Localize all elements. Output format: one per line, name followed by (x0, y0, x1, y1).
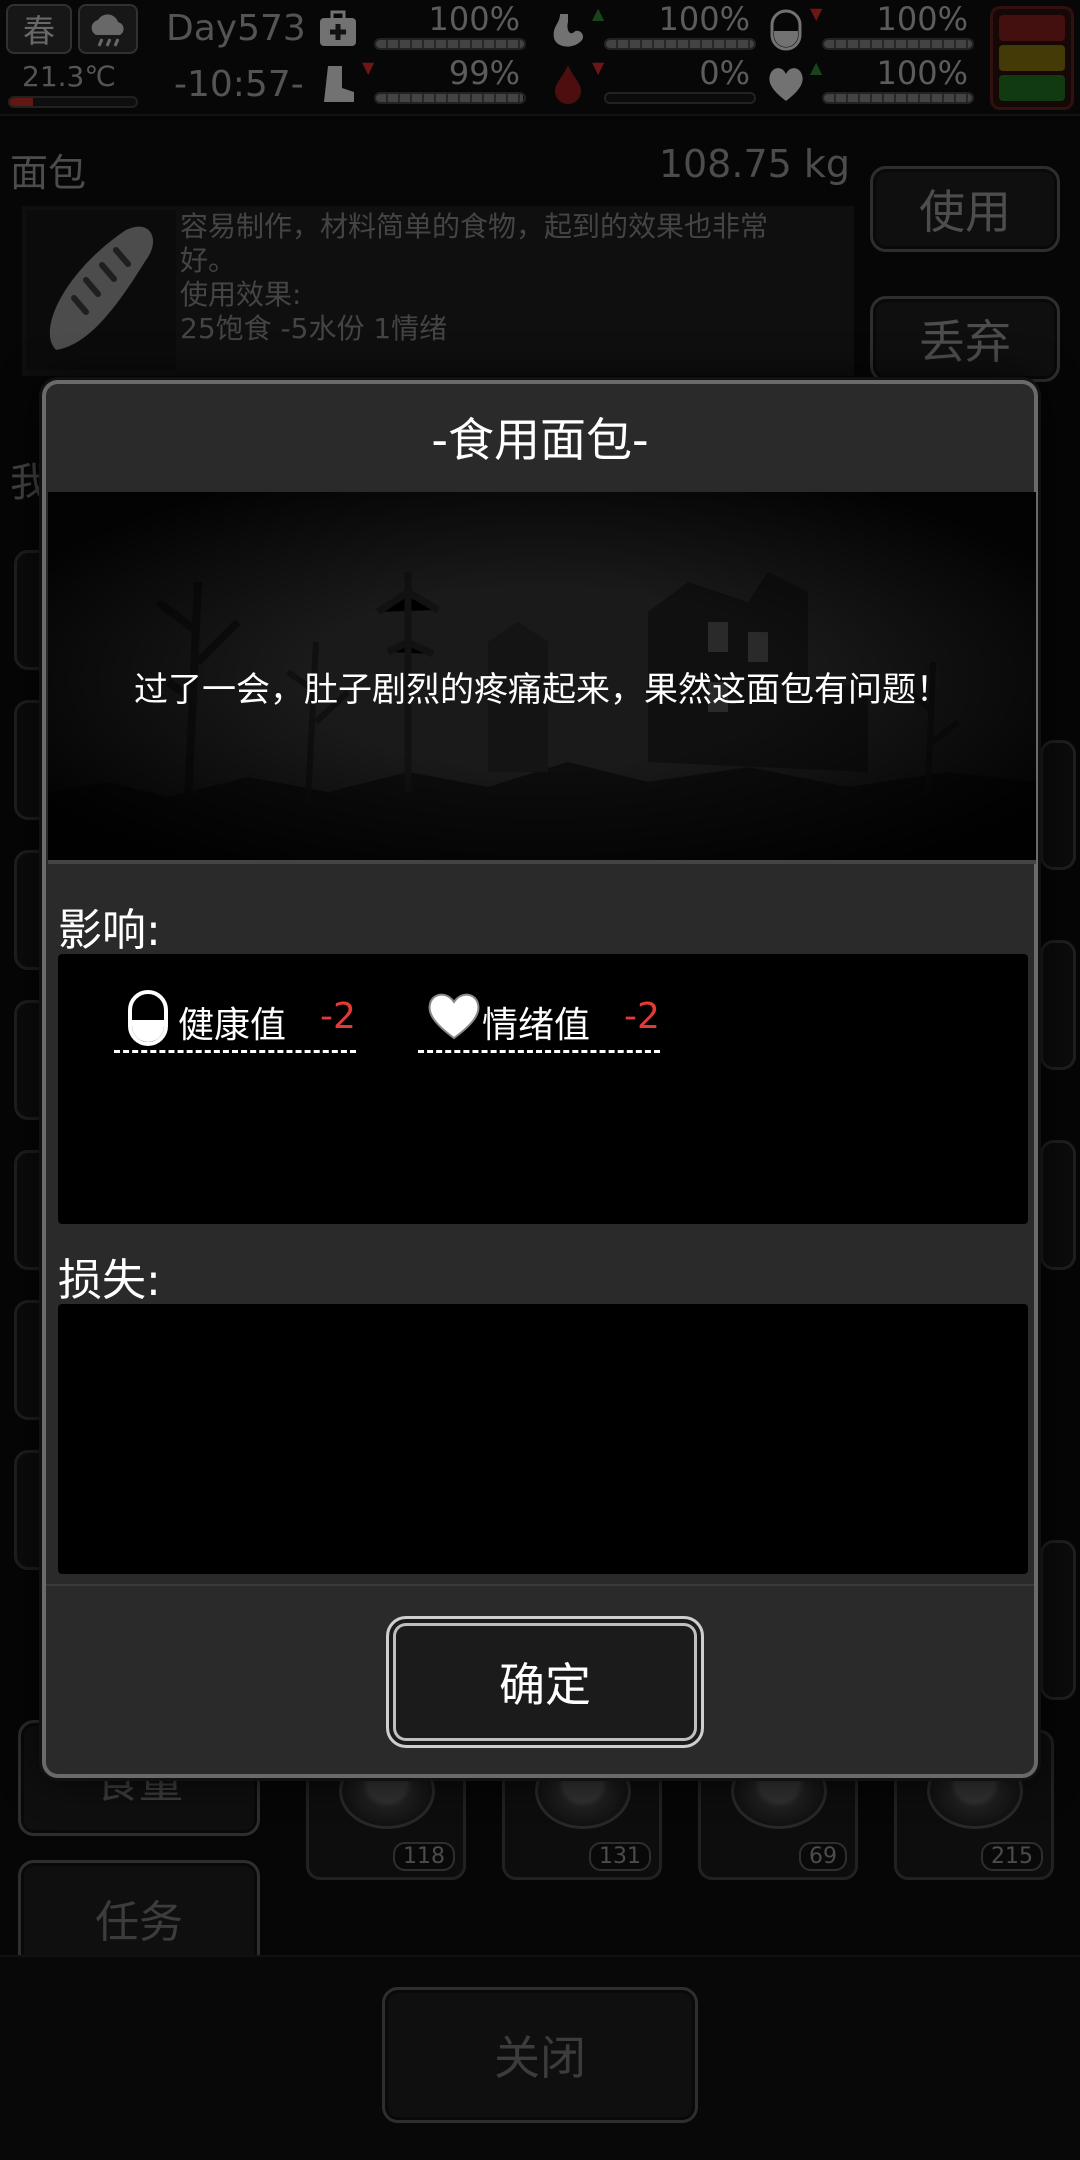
effect-underline (114, 1050, 356, 1053)
eat-result-dialog: -食用面包- 过了一会，肚子剧烈的疼痛起来，果然这面包有问题！ 影响: 健康值 … (42, 380, 1038, 1778)
impact-label: 影响: (58, 905, 161, 956)
dialog-footer-divider (46, 1584, 1034, 1586)
loss-box (58, 1304, 1028, 1574)
loss-label: 损失: (58, 1255, 161, 1306)
heart-icon (426, 990, 480, 1046)
pill-icon (122, 990, 174, 1046)
effect-underline (418, 1050, 660, 1053)
impact-box: 健康值 -2 情绪值 -2 (58, 954, 1028, 1224)
scene-message: 过了一会，肚子剧烈的疼痛起来，果然这面包有问题！ (134, 670, 950, 710)
dialog-title: -食用面包- (431, 413, 649, 467)
confirm-button[interactable]: 确定 (386, 1616, 704, 1748)
scene-panel: 过了一会，肚子剧烈的疼痛起来，果然这面包有问题！ (48, 492, 1036, 864)
